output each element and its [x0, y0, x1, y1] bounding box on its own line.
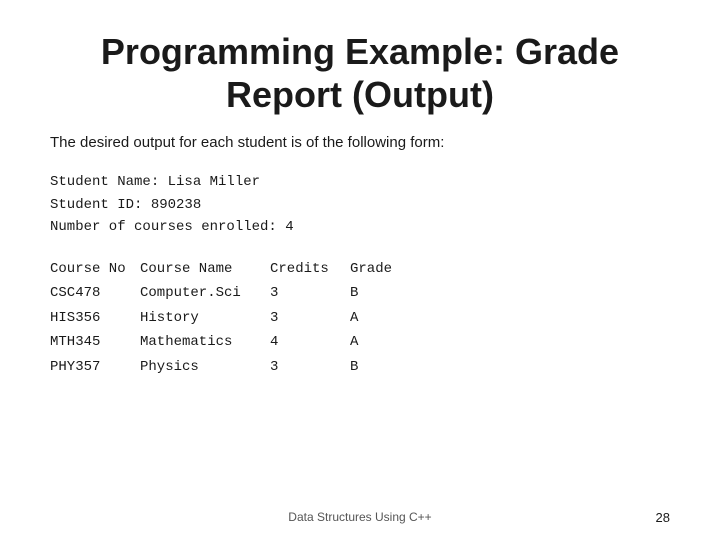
row-2-no: MTH345	[50, 330, 140, 355]
row-1-name: History	[140, 306, 270, 331]
row-3-no: PHY357	[50, 355, 140, 380]
table-row: HIS356History3A	[50, 306, 670, 331]
title-line2: Report (Output)	[50, 73, 670, 116]
table-row: MTH345Mathematics4A	[50, 330, 670, 355]
row-2-credits: 4	[270, 330, 350, 355]
row-3-grade: B	[350, 355, 410, 380]
header-col-no: Course No	[50, 257, 140, 282]
table-row: PHY357Physics3B	[50, 355, 670, 380]
slide-container: Programming Example: Grade Report (Outpu…	[0, 0, 720, 540]
row-1-credits: 3	[270, 306, 350, 331]
code-line1: Student Name: Lisa Miller	[50, 171, 670, 193]
subtitle-text: The desired output for each student is o…	[50, 134, 670, 151]
code-line2: Student ID: 890238	[50, 194, 670, 216]
row-0-credits: 3	[270, 281, 350, 306]
row-1-no: HIS356	[50, 306, 140, 331]
footer-page: 28	[656, 510, 670, 525]
row-2-grade: A	[350, 330, 410, 355]
code-line3: Number of courses enrolled: 4	[50, 216, 670, 238]
table-row: CSC478Computer.Sci3B	[50, 281, 670, 306]
title-line1: Programming Example: Grade	[50, 30, 670, 73]
header-col-name: Course Name	[140, 257, 270, 282]
footer: Data Structures Using C++ 28	[0, 510, 720, 524]
slide-title: Programming Example: Grade Report (Outpu…	[50, 30, 670, 116]
table-header-row: Course No Course Name Credits Grade	[50, 257, 670, 282]
header-col-grade: Grade	[350, 257, 410, 282]
row-2-name: Mathematics	[140, 330, 270, 355]
row-0-no: CSC478	[50, 281, 140, 306]
row-0-grade: B	[350, 281, 410, 306]
code-block: Student Name: Lisa Miller Student ID: 89…	[50, 171, 670, 238]
footer-text: Data Structures Using C++	[288, 510, 431, 524]
row-1-grade: A	[350, 306, 410, 331]
row-3-name: Physics	[140, 355, 270, 380]
row-3-credits: 3	[270, 355, 350, 380]
grade-table: Course No Course Name Credits Grade CSC4…	[50, 257, 670, 380]
row-0-name: Computer.Sci	[140, 281, 270, 306]
header-col-credits: Credits	[270, 257, 350, 282]
